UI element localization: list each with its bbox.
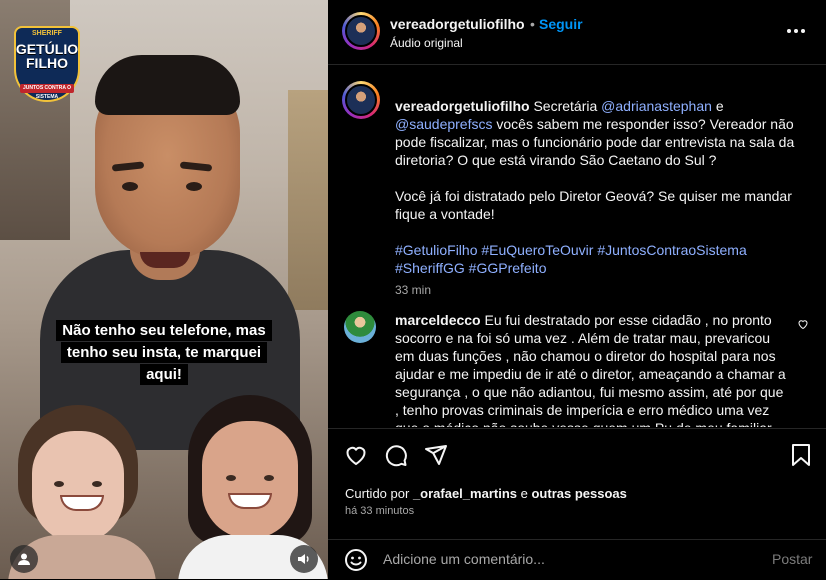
post-viewer: SHERIFF GETÚLIO FILHO JUNTOS CONTRA O SI… [0, 0, 826, 579]
avatar[interactable] [344, 311, 376, 343]
eye [264, 475, 274, 481]
speaker-icon[interactable] [290, 545, 318, 573]
reel-video[interactable]: SHERIFF GETÚLIO FILHO JUNTOS CONTRA O SI… [0, 0, 328, 579]
liked-user[interactable]: _orafael_martins [413, 486, 517, 501]
comment-username[interactable]: marceldecco [395, 312, 481, 328]
background-wall [288, 90, 328, 310]
logo-name: GETÚLIO FILHO [14, 42, 80, 70]
comment-composer: Adicione um comentário... Postar [328, 539, 826, 580]
liked-prefix: Curtido por [345, 486, 410, 501]
caption-text: Secretária [533, 98, 598, 114]
action-bar [328, 428, 826, 481]
user-icon[interactable] [10, 545, 38, 573]
comment-body: marceldecco Eu fui destratado por esse c… [395, 311, 790, 427]
post-header: vereadorgetuliofilho • Seguir Áudio orig… [328, 0, 826, 65]
speaker-hair [95, 55, 240, 115]
heart-icon[interactable] [797, 317, 809, 335]
liked-by: Curtido por _orafael_martins e outras pe… [345, 486, 627, 501]
liked-and: e [520, 486, 528, 501]
post-comment-button[interactable]: Postar [772, 551, 812, 567]
face [202, 421, 298, 539]
logo-name-line2: FILHO [26, 55, 68, 71]
hashtags[interactable]: #SheriffGG #GGPrefeito [395, 259, 795, 277]
face [32, 431, 124, 543]
eye [226, 475, 236, 481]
caption-username[interactable]: vereadorgetuliofilho [395, 98, 530, 114]
logo-top-text: SHERIFF [32, 30, 62, 37]
post-details-pane: vereadorgetuliofilho • Seguir Áudio orig… [328, 0, 826, 579]
author-username[interactable]: vereadorgetuliofilho [390, 16, 525, 32]
caption-body: vereadorgetuliofilho Secretária @adriana… [395, 97, 795, 299]
logo-name-line1: GETÚLIO [15, 41, 79, 57]
caption-text: Não tenho seu telefone, mas tenho seu in… [56, 320, 272, 385]
original-audio-link[interactable]: Áudio original [390, 36, 463, 50]
comment-input[interactable]: Adicione um comentário... [383, 551, 545, 567]
comments-feed[interactable]: vereadorgetuliofilho Secretária @adriana… [328, 65, 826, 427]
comment-text: Eu fui destratado por esse cidadão , no … [395, 312, 786, 427]
share-icon[interactable] [424, 443, 448, 472]
sheriff-logo: SHERIFF GETÚLIO FILHO JUNTOS CONTRA O SI… [14, 26, 80, 102]
more-icon[interactable] [786, 18, 806, 39]
caption-text: Você já foi distratado pelo Diretor Geov… [395, 188, 792, 222]
heart-icon[interactable] [344, 443, 368, 472]
bookmark-icon[interactable] [790, 443, 812, 472]
separator-dot: • [530, 16, 535, 32]
mention-link[interactable]: @adrianastephan [601, 98, 712, 114]
mention-link[interactable]: @saudeprefscs [395, 116, 492, 132]
logo-sub: JUNTOS CONTRA O SISTEMA [20, 84, 74, 100]
avatar[interactable] [342, 81, 380, 119]
video-caption: Não tenho seu telefone, mas tenho seu in… [52, 320, 276, 386]
post-time: há 33 minutos [345, 505, 415, 517]
eye [54, 481, 64, 487]
eye [122, 182, 138, 191]
hashtags[interactable]: #GetulioFilho #EuQueroTeOuvir #JuntosCon… [395, 241, 795, 259]
comment-icon[interactable] [384, 443, 408, 472]
follow-button[interactable]: Seguir [539, 16, 583, 32]
emoji-icon[interactable] [344, 548, 368, 577]
caption-time: 33 min [395, 283, 432, 297]
liked-others[interactable]: outras pessoas [531, 486, 626, 501]
avatar[interactable] [342, 12, 380, 50]
eye [92, 481, 102, 487]
eye [186, 182, 202, 191]
caption-text: e [715, 98, 724, 114]
